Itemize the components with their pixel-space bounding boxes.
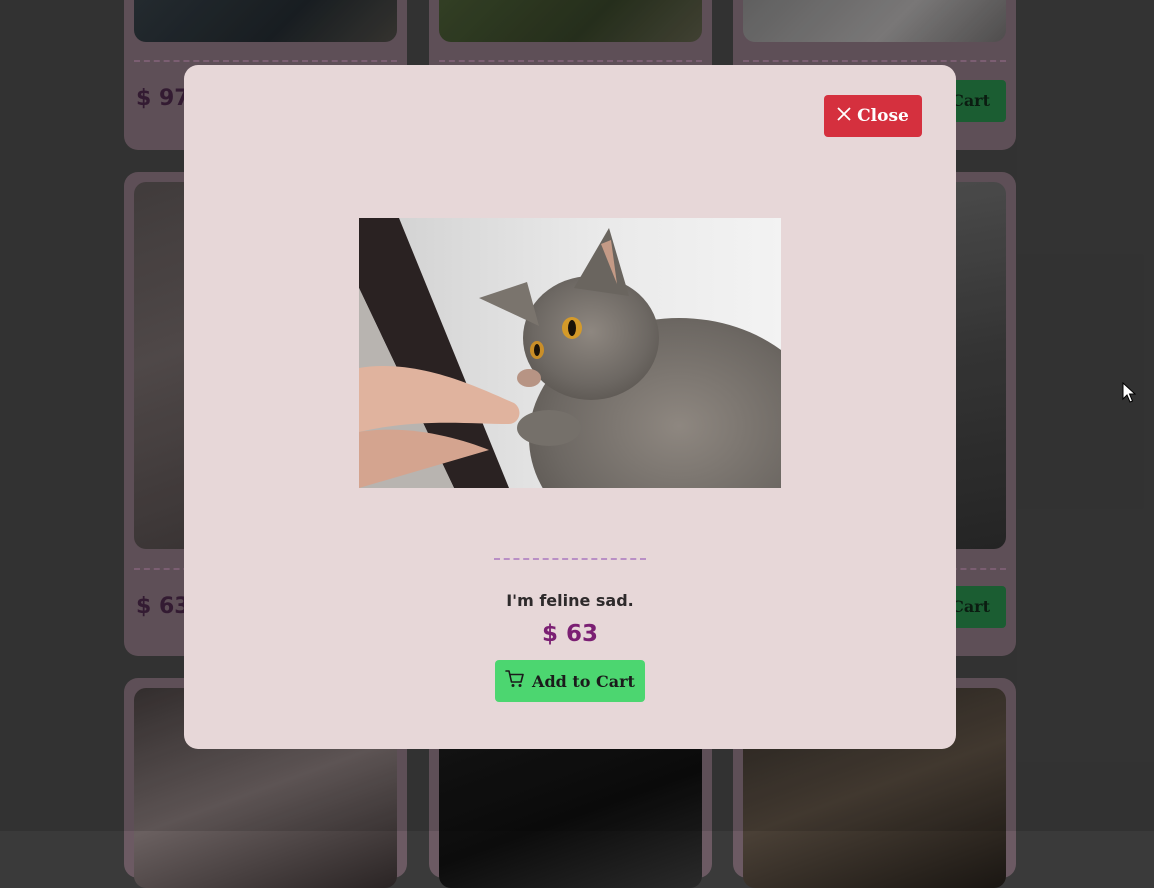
product-caption: I'm feline sad. [506, 591, 634, 610]
add-to-cart-label: Add to Cart [532, 671, 635, 691]
close-button[interactable]: Close [824, 95, 922, 137]
close-icon [837, 106, 851, 126]
page: $ 97 Cart $ 63 Cart Close I'm feline sad… [0, 0, 1154, 888]
product-price: $ 63 [541, 621, 599, 647]
mouse-pointer-icon [1122, 381, 1137, 404]
product-photo [359, 218, 781, 488]
close-label: Close [857, 106, 909, 126]
add-to-cart-button[interactable]: Add to Cart [495, 660, 645, 702]
cart-icon [505, 669, 525, 693]
product-modal: Close I'm feline sad. $ 63 Add to Cart [184, 65, 956, 749]
divider [494, 558, 646, 560]
